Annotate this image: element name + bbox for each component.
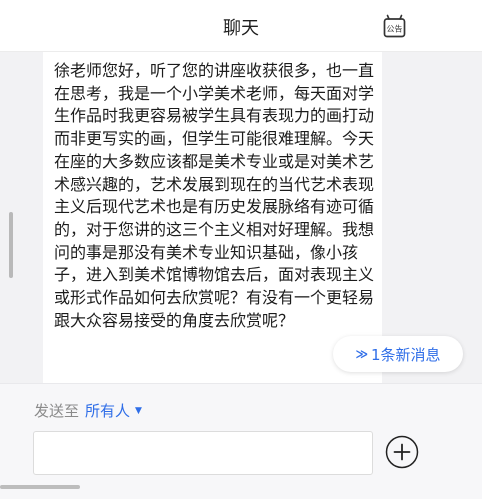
- new-message-button[interactable]: ≫ 1条新消息: [333, 336, 463, 372]
- recipient-selector[interactable]: 发送至 所有人 ▼: [34, 400, 142, 421]
- recipient-value[interactable]: 所有人: [85, 400, 130, 421]
- header-bar: 聊天 公告: [0, 0, 482, 52]
- message-text: 徐老师您好，听了您的讲座收获很多，也一直在思考，我是一个小学美术老师，每天面对学…: [54, 61, 375, 330]
- send-to-label: 发送至: [34, 402, 80, 420]
- double-chevron-down-icon: ≫: [355, 347, 368, 361]
- message-list[interactable]: 徐老师您好，听了您的讲座收获很多，也一直在思考，我是一个小学美术老师，每天面对学…: [0, 52, 482, 383]
- page-title: 聊天: [223, 18, 259, 39]
- announcement-icon: 公告: [383, 14, 406, 38]
- message-bubble: 徐老师您好，听了您的讲座收获很多，也一直在思考，我是一个小学美术老师，每天面对学…: [43, 52, 382, 383]
- announcement-icon-label: 公告: [387, 24, 403, 34]
- add-button[interactable]: [385, 435, 419, 469]
- horizontal-scrollbar[interactable]: [0, 485, 80, 489]
- vertical-scrollbar[interactable]: [9, 212, 13, 278]
- plus-icon: [385, 435, 419, 469]
- chat-screen: 聊天 公告 徐老师您好，听了您的讲座收获很多，也一直在思考，我是一个小学美术老师…: [0, 0, 482, 499]
- caret-down-icon[interactable]: ▼: [135, 406, 142, 416]
- new-message-label: 1条新消息: [371, 345, 441, 364]
- message-input[interactable]: [33, 431, 373, 475]
- compose-area: 发送至 所有人 ▼: [0, 383, 482, 499]
- announcement-button[interactable]: 公告: [383, 14, 406, 38]
